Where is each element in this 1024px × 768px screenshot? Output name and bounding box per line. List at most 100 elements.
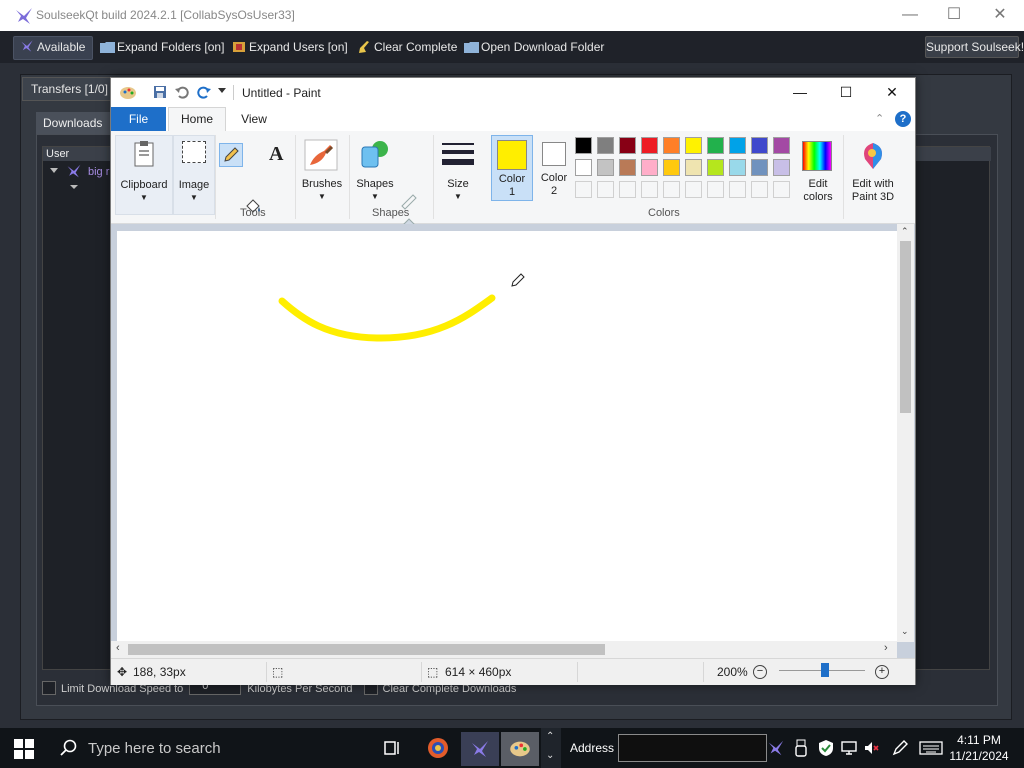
horizontal-scroll-thumb[interactable]: [128, 644, 605, 655]
scroll-right-icon[interactable]: ›: [884, 642, 888, 654]
palette-swatch[interactable]: [773, 159, 790, 176]
network-icon[interactable]: [840, 739, 858, 757]
keyboard-icon[interactable]: [919, 740, 943, 756]
undo-icon[interactable]: [175, 85, 189, 99]
pencil-tool-button[interactable]: [219, 143, 243, 167]
title-divider: [233, 85, 234, 100]
browser-icon[interactable]: [427, 737, 449, 759]
select-icon: [182, 141, 206, 163]
windows-start-icon[interactable]: [14, 739, 34, 759]
paint-close-button[interactable]: ✕: [869, 78, 915, 107]
size-dropdown-icon: ▼: [454, 192, 462, 201]
brushes-button[interactable]: Brushes ▼: [299, 135, 345, 213]
palette-swatch[interactable]: [597, 159, 614, 176]
chevron-up-icon[interactable]: ⌃: [546, 731, 554, 742]
close-button[interactable]: ✕: [980, 4, 1020, 26]
shapes-button[interactable]: Shapes ▼: [353, 135, 397, 213]
zoom-in-button[interactable]: +: [875, 665, 889, 679]
text-tool-icon[interactable]: A: [269, 143, 289, 165]
custom-color-slot[interactable]: [597, 181, 614, 198]
palette-swatch[interactable]: [773, 137, 790, 154]
paint-taskbar-button[interactable]: [501, 732, 539, 766]
vertical-scroll-thumb[interactable]: [900, 241, 911, 413]
custom-color-slot[interactable]: [575, 181, 592, 198]
palette-swatch[interactable]: [685, 159, 702, 176]
usb-icon[interactable]: [794, 739, 808, 757]
image-button[interactable]: Image ▼: [173, 135, 215, 215]
palette-swatch[interactable]: [729, 159, 746, 176]
palette-swatch[interactable]: [751, 137, 768, 154]
custom-color-slot[interactable]: [619, 181, 636, 198]
custom-color-slot[interactable]: [641, 181, 658, 198]
tab-transfers[interactable]: Transfers [1/0]: [22, 77, 116, 101]
pen-ink-icon[interactable]: [891, 739, 909, 757]
scroll-up-icon[interactable]: ⌃: [901, 226, 909, 237]
chevron-down-icon[interactable]: ⌄: [546, 750, 554, 761]
soulseek-taskbar-button[interactable]: [461, 732, 499, 766]
palette-swatch[interactable]: [685, 137, 702, 154]
security-shield-icon[interactable]: [817, 739, 835, 757]
task-view-icon[interactable]: [383, 739, 401, 757]
redo-icon[interactable]: [197, 85, 211, 99]
palette-swatch[interactable]: [641, 159, 658, 176]
palette-swatch[interactable]: [575, 159, 592, 176]
drawing-canvas[interactable]: [117, 231, 897, 658]
taskbar-search[interactable]: Type here to search: [48, 728, 368, 768]
palette-swatch[interactable]: [619, 159, 636, 176]
custom-color-slot[interactable]: [685, 181, 702, 198]
zoom-out-button[interactable]: −: [753, 665, 767, 679]
collapse-ribbon-icon[interactable]: ⌃: [875, 112, 884, 125]
palette-swatch[interactable]: [575, 137, 592, 154]
tab-home[interactable]: Home: [168, 107, 226, 132]
soulseek-tray-icon[interactable]: [767, 739, 785, 757]
custom-color-slot[interactable]: [773, 181, 790, 198]
tree-user-name[interactable]: big r: [88, 166, 109, 178]
paint-maximize-button[interactable]: ☐: [823, 78, 869, 107]
custom-color-slot[interactable]: [729, 181, 746, 198]
palette-swatch[interactable]: [729, 137, 746, 154]
palette-swatch[interactable]: [663, 159, 680, 176]
edit-with-paint3d-button[interactable]: Edit with Paint 3D: [847, 135, 899, 213]
palette-swatch[interactable]: [707, 137, 724, 154]
available-status-button[interactable]: Available: [13, 36, 93, 60]
custom-color-slot[interactable]: [751, 181, 768, 198]
palette-swatch[interactable]: [597, 137, 614, 154]
save-icon[interactable]: [153, 85, 167, 99]
custom-color-slot[interactable]: [707, 181, 724, 198]
clear-complete-button[interactable]: Clear Complete: [357, 37, 457, 57]
tab-downloads[interactable]: Downloads: [36, 112, 113, 134]
scroll-down-icon[interactable]: ⌄: [901, 626, 909, 637]
expand-arrow-icon[interactable]: [50, 168, 58, 173]
maximize-button[interactable]: ☐: [934, 4, 974, 26]
expand-arrow-icon[interactable]: [70, 185, 78, 189]
scroll-left-icon[interactable]: ‹: [116, 642, 120, 654]
palette-swatch[interactable]: [663, 137, 680, 154]
palette-swatch[interactable]: [641, 137, 658, 154]
expand-folders-button[interactable]: Expand Folders [on]: [100, 37, 224, 57]
help-icon[interactable]: ?: [895, 111, 911, 127]
support-soulseek-button[interactable]: Support Soulseek!: [925, 36, 1024, 58]
expand-users-button[interactable]: Expand Users [on]: [232, 37, 348, 57]
tab-file[interactable]: File: [111, 107, 166, 131]
volume-muted-icon[interactable]: [863, 739, 881, 757]
open-download-folder-button[interactable]: Open Download Folder: [464, 37, 604, 57]
tab-view[interactable]: View: [229, 107, 279, 131]
minimize-button[interactable]: —: [890, 4, 930, 26]
size-button[interactable]: Size ▼: [439, 135, 477, 213]
palette-swatch[interactable]: [707, 159, 724, 176]
zoom-slider-thumb[interactable]: [821, 663, 829, 677]
palette-swatch[interactable]: [619, 137, 636, 154]
custom-color-slot[interactable]: [663, 181, 680, 198]
color1-button[interactable]: Color 1: [491, 135, 533, 201]
clipboard-button[interactable]: Clipboard ▼: [115, 135, 173, 215]
paint-app-icon[interactable]: [119, 85, 137, 101]
taskbar-scroll-buttons[interactable]: ⌃ ⌄: [541, 728, 561, 768]
taskbar-clock[interactable]: 4:11 PM 11/21/2024: [948, 732, 1010, 764]
limit-speed-checkbox[interactable]: [42, 681, 56, 695]
customize-toolbar-chevron-icon[interactable]: [218, 88, 226, 93]
color2-button[interactable]: Color 2: [535, 135, 573, 199]
edit-colors-button[interactable]: Edit colors: [797, 135, 839, 213]
palette-swatch[interactable]: [751, 159, 768, 176]
paint-minimize-button[interactable]: —: [777, 78, 823, 107]
address-input[interactable]: [618, 734, 767, 762]
